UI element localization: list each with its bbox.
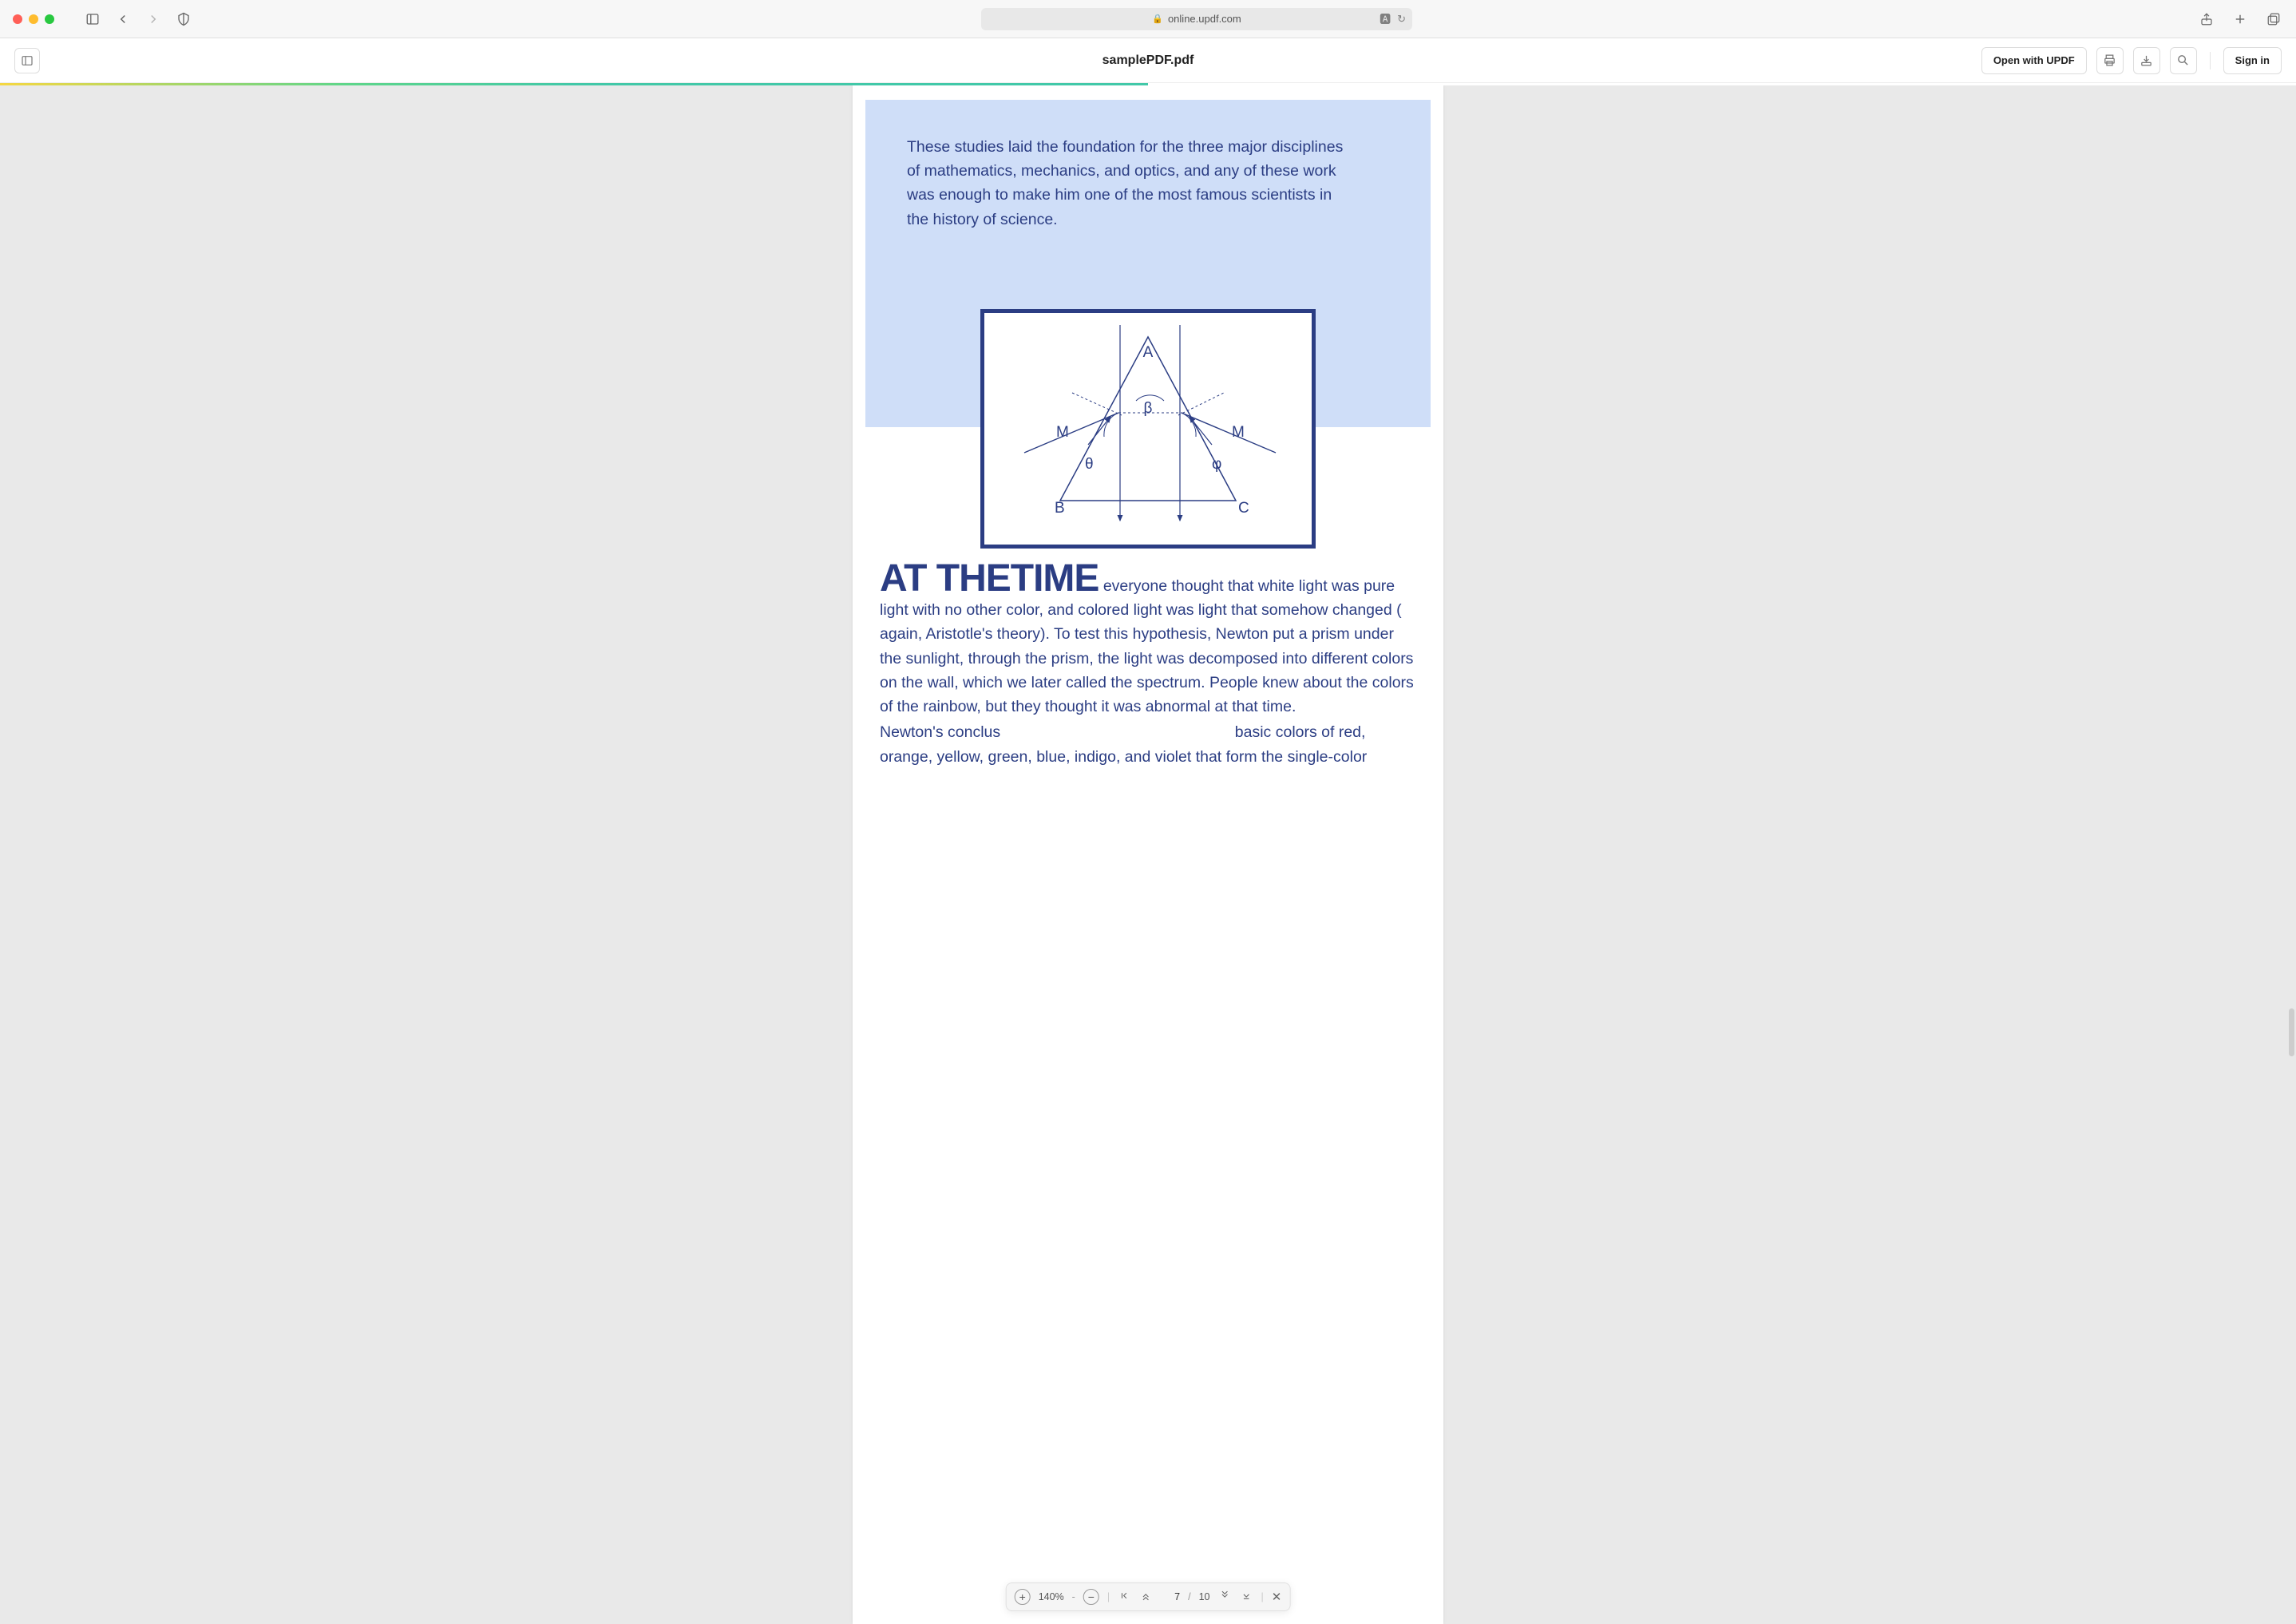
- body-text-1: everyone thought that white light was pu…: [880, 577, 1414, 715]
- label-theta: θ: [1085, 456, 1094, 473]
- first-page-button[interactable]: [1118, 1590, 1131, 1603]
- separator: |: [1261, 1591, 1263, 1602]
- forward-button[interactable]: [144, 10, 163, 29]
- translate-icon[interactable]: 🅰: [1380, 11, 1391, 27]
- panel-toggle-button[interactable]: [14, 48, 40, 73]
- prism-diagram: A M M B C β θ φ: [980, 309, 1316, 549]
- page-total: 10: [1199, 1591, 1210, 1602]
- new-tab-icon[interactable]: [2231, 10, 2250, 29]
- minimize-window-button[interactable]: [29, 14, 38, 24]
- label-a: A: [1143, 344, 1154, 361]
- label-m-right: M: [1232, 424, 1245, 441]
- dropcap-heading: AT THETIME: [880, 557, 1099, 600]
- callout-text: These studies laid the foundation for th…: [907, 135, 1354, 232]
- search-button[interactable]: [2170, 47, 2197, 74]
- page-sep: /: [1188, 1591, 1190, 1602]
- privacy-shield-icon[interactable]: [174, 10, 193, 29]
- close-window-button[interactable]: [13, 14, 22, 24]
- zoom-page-toolbar: + 140% - − | / 10 | ✕: [1006, 1582, 1291, 1611]
- body-section: AT THETIME everyone thought that white l…: [853, 520, 1443, 769]
- label-beta: β: [1144, 400, 1153, 417]
- label-c: C: [1238, 500, 1249, 517]
- browser-chrome: 🔒 online.updf.com 🅰 ↻: [0, 0, 2296, 38]
- scrollbar[interactable]: [2289, 1008, 2294, 1056]
- reload-icon[interactable]: ↻: [1397, 13, 1406, 26]
- lock-icon: 🔒: [1152, 14, 1163, 24]
- share-icon[interactable]: [2197, 10, 2216, 29]
- window-controls: [13, 14, 54, 24]
- zoom-sep: -: [1072, 1591, 1075, 1602]
- open-with-updf-button[interactable]: Open with UPDF: [1981, 47, 2087, 74]
- address-bar[interactable]: 🔒 online.updf.com 🅰 ↻: [981, 8, 1412, 30]
- zoom-out-button[interactable]: −: [1083, 1589, 1099, 1605]
- page-input[interactable]: [1161, 1591, 1180, 1602]
- label-phi: φ: [1212, 456, 1221, 473]
- sign-in-button[interactable]: Sign in: [2223, 47, 2282, 74]
- label-b: B: [1055, 500, 1065, 517]
- url-text: online.updf.com: [1168, 13, 1241, 25]
- body-text-2a: Newton's conclus: [880, 723, 1000, 741]
- last-page-button[interactable]: [1239, 1590, 1253, 1603]
- download-button[interactable]: [2133, 47, 2160, 74]
- separator: |: [1107, 1591, 1110, 1602]
- zoom-level: 140%: [1039, 1591, 1064, 1602]
- back-button[interactable]: [113, 10, 133, 29]
- page: These studies laid the foundation for th…: [853, 85, 1443, 1624]
- close-toolbar-button[interactable]: ✕: [1272, 1590, 1282, 1604]
- zoom-in-button[interactable]: +: [1015, 1589, 1031, 1605]
- app-header: samplePDF.pdf Open with UPDF Sign in: [0, 38, 2296, 83]
- prev-page-button[interactable]: [1139, 1590, 1153, 1603]
- maximize-window-button[interactable]: [45, 14, 54, 24]
- document-viewport[interactable]: These studies laid the foundation for th…: [0, 85, 2296, 1624]
- tabs-icon[interactable]: [2264, 10, 2283, 29]
- next-page-button[interactable]: [1217, 1590, 1231, 1603]
- label-m-left: M: [1056, 424, 1069, 441]
- print-button[interactable]: [2096, 47, 2124, 74]
- document-title: samplePDF.pdf: [1102, 53, 1194, 68]
- divider: [2210, 52, 2211, 69]
- sidebar-icon[interactable]: [83, 10, 102, 29]
